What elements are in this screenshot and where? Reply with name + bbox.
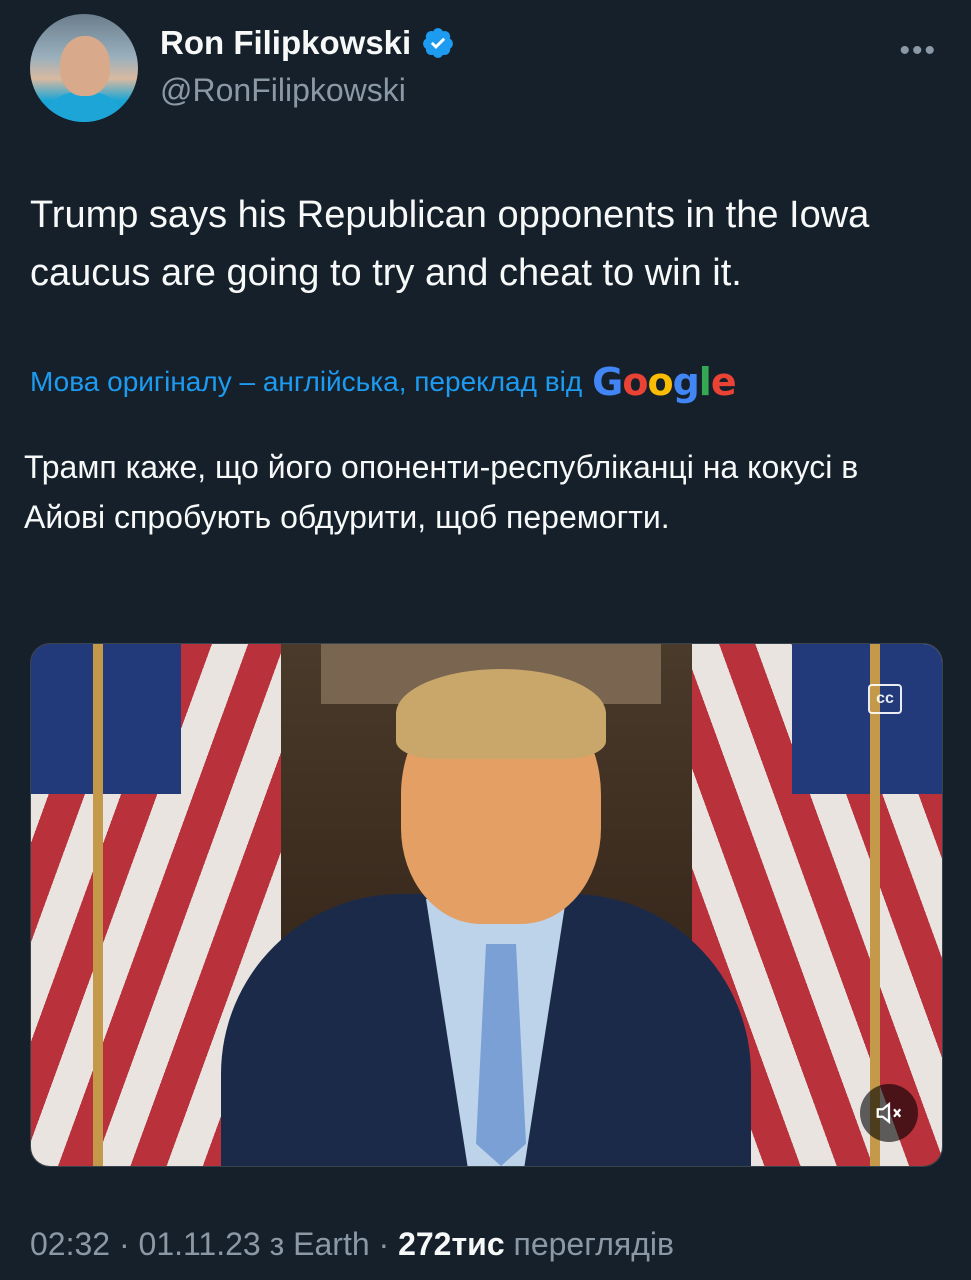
meta-separator: · — [118, 1226, 130, 1262]
avatar-face — [60, 36, 110, 96]
avatar-shirt — [38, 92, 130, 122]
tweet-time[interactable]: 02:32 — [30, 1226, 110, 1262]
flag-pole-left — [93, 644, 103, 1166]
author-handle[interactable]: @RonFilipkowski — [160, 72, 406, 109]
translated-text: Трамп каже, що його опоненти-республікан… — [24, 449, 859, 535]
captions-icon[interactable]: cc — [868, 684, 902, 714]
more-options-icon[interactable]: ••• — [899, 34, 937, 68]
avatar[interactable] — [30, 14, 138, 122]
speaker-hair — [396, 669, 606, 759]
author-name-row: Ron Filipkowski — [160, 24, 455, 62]
translation-note-label: Мова оригіналу – англійська, переклад ві… — [30, 366, 583, 397]
author-name[interactable]: Ron Filipkowski — [160, 24, 411, 62]
tweet-date[interactable]: 01.11.23 — [139, 1226, 261, 1262]
tweet-text: Trump says his Republican opponents in t… — [30, 194, 870, 294]
mute-icon[interactable] — [860, 1084, 918, 1142]
views-label: переглядів — [513, 1226, 674, 1262]
speaker-muted-icon — [876, 1101, 902, 1125]
verified-badge-icon — [423, 28, 454, 58]
video-player[interactable]: cc — [30, 643, 943, 1167]
meta-separator: · — [378, 1226, 390, 1262]
tweet-source: з Earth — [269, 1226, 370, 1262]
tweet-meta: 02:32 · 01.11.23 з Earth · 272тис перегл… — [30, 1226, 674, 1263]
google-logo: Google — [592, 360, 736, 404]
views-count[interactable]: 272тис — [398, 1226, 505, 1262]
translation-note[interactable]: Мова оригіналу – англійська, переклад ві… — [30, 360, 737, 404]
